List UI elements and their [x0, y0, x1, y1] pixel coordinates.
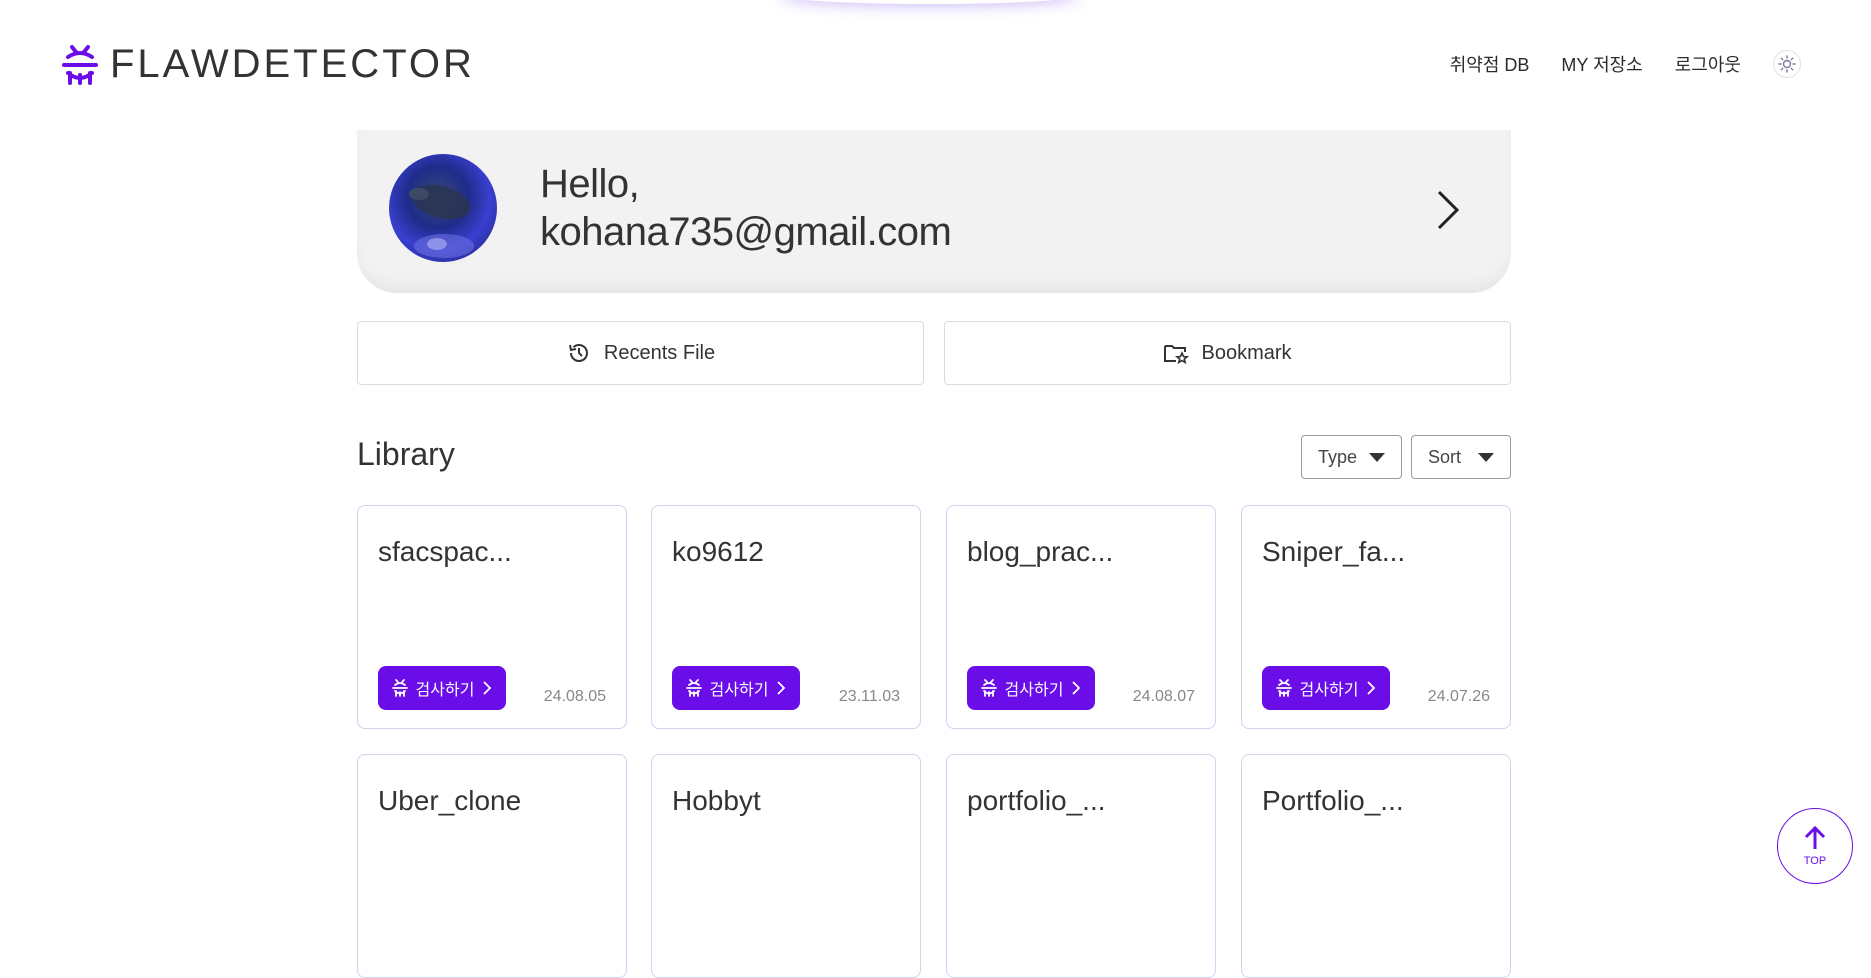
- type-dropdown-label: Type: [1318, 446, 1358, 467]
- scan-button-label: 검사하기: [709, 682, 769, 699]
- bookmark-label: Bookmark: [1201, 341, 1292, 364]
- library-card[interactable]: Sniper_fa... 검사하기 24.07.26: [1241, 505, 1511, 729]
- history-icon: [568, 344, 588, 362]
- logo-text: FLAWDETECTOR: [110, 42, 475, 86]
- folder-star-icon: [1164, 345, 1190, 365]
- scan-button[interactable]: 검사하기: [967, 666, 1095, 710]
- profile-email: kohana735@gmail.com: [540, 210, 952, 254]
- scan-button-label: 검사하기: [1299, 682, 1359, 699]
- card-date: 24.08.05: [543, 688, 606, 705]
- scan-button-label: 검사하기: [1004, 682, 1064, 699]
- chevron-right-icon: [1437, 190, 1460, 230]
- card-title: sfacspac...: [378, 536, 512, 567]
- logo[interactable]: FLAWDETECTOR: [62, 42, 475, 87]
- recents-file-button[interactable]: Recents File: [357, 321, 924, 385]
- scroll-top-button[interactable]: TOP: [1777, 808, 1853, 884]
- library-card[interactable]: sfacspac... 검사하기 24.08.05: [357, 505, 627, 729]
- card-date: 23.11.03: [838, 688, 900, 705]
- avatar-image: [409, 184, 474, 258]
- nav-logout[interactable]: 로그아웃: [1675, 51, 1741, 77]
- profile-greeting: Hello, kohana735@gmail.com: [540, 160, 952, 256]
- library-card[interactable]: blog_prac... 검사하기 24.08.07: [946, 505, 1216, 729]
- chevron-right-icon: [777, 681, 786, 695]
- caret-down-icon: [1478, 452, 1494, 462]
- scan-button-label: 검사하기: [415, 682, 475, 699]
- card-date: 24.07.26: [1427, 688, 1490, 705]
- card-title: Uber_clone: [378, 785, 522, 816]
- bookmark-button[interactable]: Bookmark: [944, 321, 1511, 385]
- logo-icon: [62, 44, 98, 85]
- library-card[interactable]: Uber_clone: [357, 754, 627, 978]
- scan-button[interactable]: 검사하기: [378, 666, 506, 710]
- chevron-right-icon: [483, 681, 492, 695]
- arrow-up-icon: [1804, 825, 1826, 849]
- site-header: FLAWDETECTOR 취약점 DB MY 저장소 로그아웃: [0, 0, 1871, 110]
- sun-icon: [1778, 55, 1796, 73]
- library-title: Library: [357, 436, 455, 472]
- scan-logo-icon: [685, 679, 702, 697]
- nav-my-storage[interactable]: MY 저장소: [1561, 51, 1642, 77]
- type-dropdown[interactable]: Type: [1301, 435, 1402, 479]
- card-date: 24.08.07: [1132, 688, 1195, 705]
- scan-button[interactable]: 검사하기: [672, 666, 800, 710]
- greeting-hello: Hello,: [540, 162, 640, 206]
- sort-dropdown[interactable]: Sort: [1411, 435, 1511, 479]
- top-nav: 취약점 DB MY 저장소 로그아웃: [1450, 50, 1801, 78]
- library-card[interactable]: portfolio_...: [946, 754, 1216, 978]
- theme-toggle-button[interactable]: [1773, 50, 1801, 78]
- recents-file-label: Recents File: [603, 341, 716, 364]
- scan-logo-icon: [1275, 679, 1292, 697]
- chevron-right-icon: [1072, 681, 1081, 695]
- card-title: Hobbyt: [672, 785, 761, 816]
- card-title: portfolio_...: [967, 785, 1106, 816]
- library-card[interactable]: Hobbyt: [651, 754, 921, 978]
- avatar: [389, 154, 497, 262]
- scroll-top-label: TOP: [1803, 855, 1827, 867]
- caret-down-icon: [1369, 452, 1385, 462]
- card-title: Portfolio_...: [1262, 785, 1404, 816]
- library-card[interactable]: Portfolio_...: [1241, 754, 1511, 978]
- scan-button[interactable]: 검사하기: [1262, 666, 1390, 710]
- card-title: blog_prac...: [967, 536, 1114, 567]
- sort-dropdown-label: Sort: [1428, 446, 1462, 467]
- scan-logo-icon: [391, 679, 408, 697]
- nav-vuln-db[interactable]: 취약점 DB: [1450, 51, 1530, 77]
- card-title: Sniper_fa...: [1262, 536, 1406, 567]
- card-title: ko9612: [672, 536, 764, 567]
- chevron-right-icon: [1367, 681, 1376, 695]
- scan-logo-icon: [980, 679, 997, 697]
- library-card[interactable]: ko9612 검사하기 23.11.03: [651, 505, 921, 729]
- profile-card[interactable]: Hello, kohana735@gmail.com: [357, 130, 1511, 293]
